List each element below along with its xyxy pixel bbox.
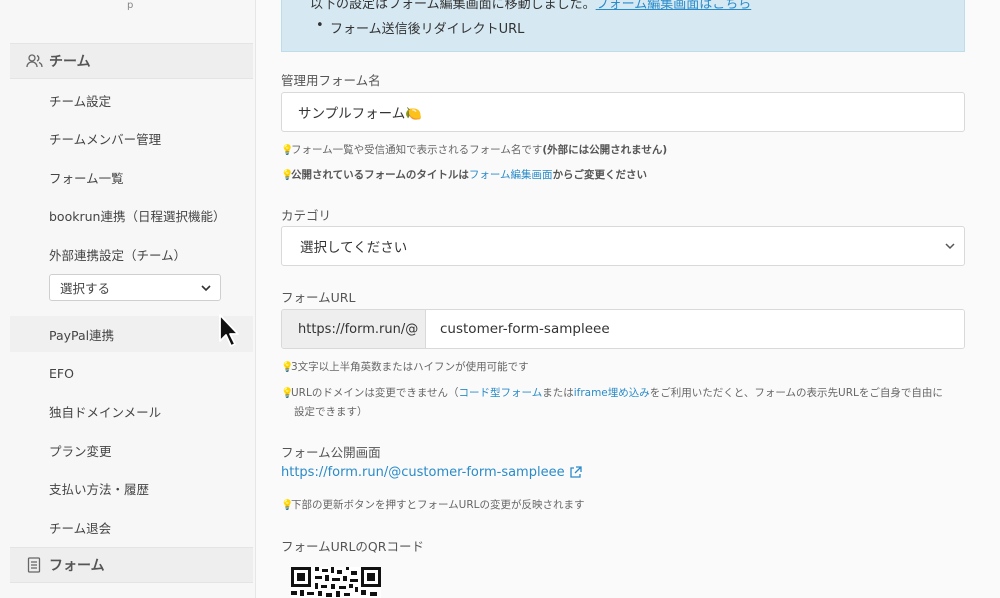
lightbulb-icon: 💡 (281, 362, 294, 373)
sidebar-top: p (0, 0, 256, 22)
notice-line1-text: 以下の設定はフォーム編集画面に移動しました。 (310, 0, 596, 12)
form-url-hint2-line2: 設定できます） (294, 406, 368, 418)
code-form-link[interactable]: コード型フォーム (459, 387, 543, 399)
form-name-hint1-bold: (外部には公開されません) (542, 144, 668, 156)
sidebar-item-team-members[interactable]: チームメンバー管理 (10, 120, 253, 156)
sidebar-section-form[interactable]: フォーム (10, 547, 253, 583)
form-edit-screen-link[interactable]: フォーム編集画面 (469, 169, 553, 181)
sidebar-item-efo[interactable]: EFO (10, 355, 253, 391)
external-integration-select[interactable]: 選択する (49, 274, 221, 301)
category-select-value: 選択してください (300, 240, 408, 256)
chevron-down-icon (944, 238, 956, 254)
users-icon (25, 52, 43, 70)
form-url-input[interactable]: customer-form-sampleee (426, 310, 964, 348)
sidebar-item-payment[interactable]: 支払い方法・履歴 (10, 470, 253, 506)
form-name-hint2: 💡公開されているフォームのタイトルはフォーム編集画面からご変更ください (281, 167, 647, 182)
form-url-hint1-text: 3文字以上半角英数またはハイフンが使用可能です (291, 361, 529, 373)
sidebar-item-bookrun[interactable]: bookrun連携（日程選択機能） (10, 197, 253, 233)
form-url-value: customer-form-sampleee (440, 321, 610, 337)
lightbulb-icon: 💡 (281, 170, 294, 181)
sidebar-section-form-label: フォーム (49, 558, 105, 574)
sidebar-item-team-settings[interactable]: チーム設定 (10, 82, 253, 118)
form-url-hint2-post: をご利用いただくと、フォームの表示先URLをご自身で自由に (649, 387, 943, 399)
external-integration-select-value: 選択する (60, 281, 111, 296)
form-url-hint2-mid: または (542, 387, 574, 399)
sidebar-item-leave-team[interactable]: チーム退会 (10, 509, 253, 545)
public-page-hint: 💡下部の更新ボタンを押すとフォームURLの変更が反映されます (281, 497, 585, 512)
document-icon (25, 556, 43, 574)
notice-bullet: • (316, 18, 324, 33)
sidebar-item-custom-domain-mail[interactable]: 独自ドメインメール (10, 393, 253, 429)
public-page-link-text: https://form.run/@customer-form-sampleee (281, 465, 565, 480)
public-page-label: フォーム公開画面 (281, 445, 381, 460)
iframe-embed-link[interactable]: iframe埋め込み (574, 387, 650, 399)
sidebar-top-text: p (127, 0, 134, 11)
external-link-icon (569, 466, 582, 479)
form-name-label: 管理用フォーム名 (281, 73, 381, 88)
form-name-input[interactable]: サンプルフォーム🍋 (281, 92, 965, 132)
form-name-hint2-post: からご変更ください (552, 169, 648, 181)
qr-code-image (291, 567, 381, 598)
notice-line1: 以下の設定はフォーム編集画面に移動しました。フォーム編集画面はこちら (310, 0, 751, 12)
form-url-label: フォームURL (281, 290, 356, 305)
form-url-group: https://form.run/@ customer-form-samplee… (281, 309, 965, 349)
sidebar: p チーム チーム設定 チームメンバー管理 フォーム一覧 bookrun連携（日… (0, 0, 256, 598)
mouse-cursor-icon (218, 313, 242, 349)
category-label: カテゴリ (281, 208, 332, 223)
form-url-hint2-text: URLのドメインは変更できません（ (291, 387, 459, 399)
sidebar-item-external-integration[interactable]: 外部連携設定（チーム） (10, 236, 253, 272)
form-name-hint1-text: フォーム一覧や受信通知で表示されるフォーム名です (291, 144, 543, 156)
sidebar-item-paypal[interactable]: PayPal連携 (10, 316, 253, 352)
sidebar-item-plan-change[interactable]: プラン変更 (10, 432, 253, 468)
main-content: 以下の設定はフォーム編集画面に移動しました。フォーム編集画面はこちら • フォー… (256, 0, 1000, 598)
lightbulb-icon: 💡 (281, 500, 294, 511)
form-url-hint2: 💡URLのドメインは変更できません（コード型フォームまたはiframe埋め込みを… (281, 385, 943, 400)
public-page-link[interactable]: https://form.run/@customer-form-sampleee (281, 465, 582, 480)
sidebar-item-form-list[interactable]: フォーム一覧 (10, 159, 253, 195)
sidebar-section-team-label: チーム (49, 54, 91, 70)
qr-code-label: フォームURLのQRコード (281, 539, 424, 554)
lightbulb-icon: 💡 (281, 145, 294, 156)
form-url-hint1: 💡3文字以上半角英数またはハイフンが使用可能です (281, 359, 529, 374)
sidebar-section-team[interactable]: チーム (10, 43, 253, 79)
form-name-hint1: 💡フォーム一覧や受信通知で表示されるフォーム名です(外部には公開されません) (281, 142, 667, 157)
public-page-hint-text: 下部の更新ボタンを押すとフォームURLの変更が反映されます (291, 499, 585, 511)
notice-line2: フォーム送信後リダイレクトURL (330, 22, 525, 37)
form-name-hint2-text: 公開されているフォームのタイトルは (291, 169, 469, 181)
notice-box: 以下の設定はフォーム編集画面に移動しました。フォーム編集画面はこちら • フォー… (281, 0, 965, 52)
form-url-prefix: https://form.run/@ (282, 310, 426, 348)
form-name-value: サンプルフォーム🍋 (298, 106, 422, 122)
notice-edit-link[interactable]: フォーム編集画面はこちら (596, 0, 752, 12)
lightbulb-icon: 💡 (281, 388, 294, 399)
chevron-down-icon (200, 280, 212, 295)
category-select[interactable]: 選択してください (281, 226, 965, 266)
